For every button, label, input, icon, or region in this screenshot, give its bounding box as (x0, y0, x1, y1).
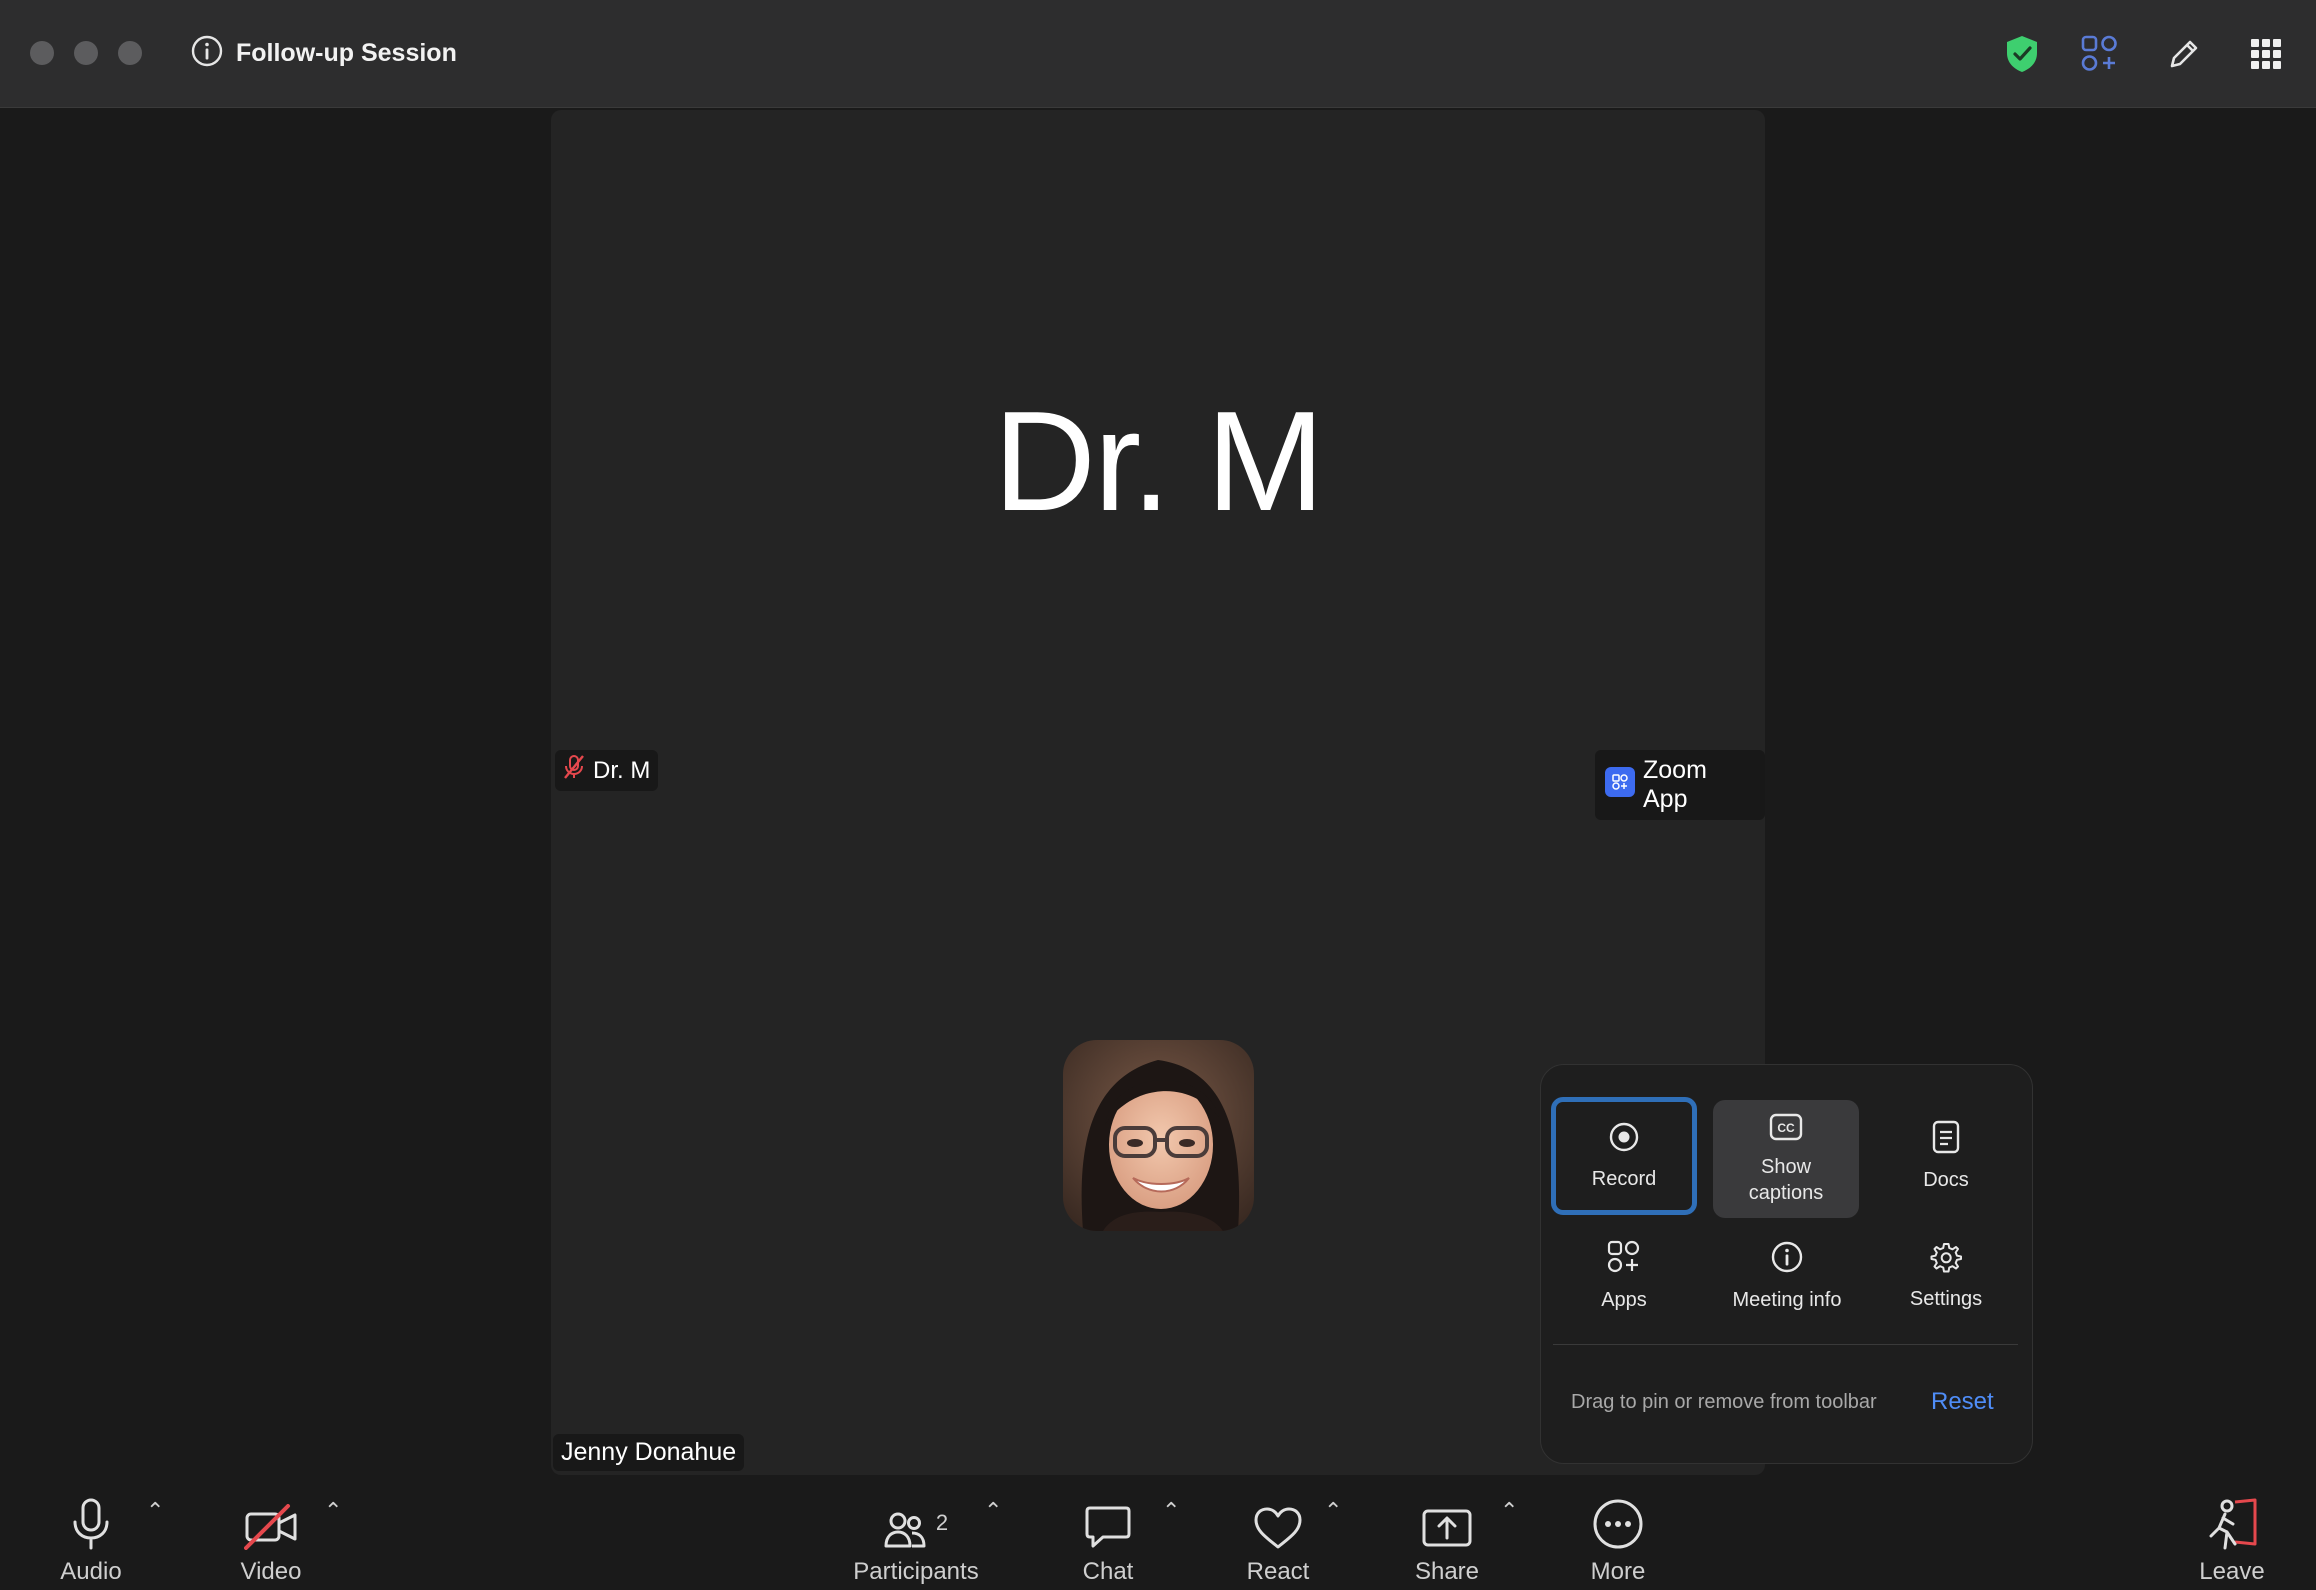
apps-icon[interactable] (2076, 30, 2124, 78)
speaker-name: Dr. M (593, 756, 651, 784)
settings-label: Settings (1909, 1287, 1983, 1310)
audio-label: Audio (60, 1558, 122, 1585)
microphone-icon (71, 1480, 111, 1550)
more-button[interactable]: More (1578, 1480, 1658, 1586)
apps-icon (1607, 1240, 1641, 1279)
chat-options-caret[interactable]: ⌃ (1162, 1498, 1180, 1524)
audio-button[interactable]: Audio (50, 1480, 132, 1586)
meeting-toolbar: Audio ⌃ Video ⌃ 2 Participants ⌃ Chat ⌃ … (0, 1480, 2316, 1590)
grid-view-icon[interactable] (2242, 30, 2290, 78)
apps-button[interactable]: Apps (1551, 1217, 1697, 1335)
info-icon[interactable] (190, 34, 224, 73)
share-options-caret[interactable]: ⌃ (1500, 1498, 1518, 1524)
more-icon (1592, 1480, 1644, 1550)
docs-button[interactable]: Docs (1873, 1097, 2019, 1215)
cc-icon: CC (1769, 1113, 1803, 1146)
share-button[interactable]: Share (1406, 1480, 1488, 1586)
record-icon (1608, 1121, 1640, 1158)
docs-label: Docs (1923, 1168, 1969, 1191)
toolbar-customize-hint: Drag to pin or remove from toolbar (1571, 1391, 1877, 1413)
meeting-title-text: Follow-up Session (236, 39, 457, 67)
share-screen-icon (1422, 1480, 1472, 1550)
window-minimize-button[interactable] (74, 41, 98, 65)
participants-label: Participants (853, 1558, 979, 1585)
speaker-name-tag: Dr. M (555, 750, 659, 791)
docs-icon (1932, 1120, 1960, 1159)
react-options-caret[interactable]: ⌃ (1324, 1498, 1342, 1524)
show-captions-button[interactable]: CC Show captions (1713, 1100, 1859, 1218)
zoom-app-label: Zoom App (1643, 756, 1707, 813)
self-name: Jenny Donahue (561, 1438, 737, 1466)
video-options-caret[interactable]: ⌃ (324, 1498, 342, 1524)
participants-icon: 2 (884, 1480, 948, 1550)
chat-icon (1085, 1480, 1131, 1550)
more-label: More (1590, 1558, 1646, 1585)
title-bar: Follow-up Session (0, 0, 2316, 108)
settings-button[interactable]: Settings (1873, 1217, 2019, 1335)
more-menu-popover: Record CC Show captions Docs Apps Meetin… (1540, 1064, 2033, 1464)
chat-button[interactable]: Chat (1068, 1480, 1148, 1586)
pencil-icon[interactable] (2160, 30, 2208, 78)
leave-button[interactable]: Leave (2192, 1480, 2272, 1586)
audio-options-caret[interactable]: ⌃ (146, 1498, 164, 1524)
heart-icon (1253, 1480, 1303, 1550)
zoom-app-icon (1605, 766, 1635, 804)
react-button[interactable]: React (1236, 1480, 1320, 1586)
meeting-title[interactable]: Follow-up Session (190, 34, 457, 73)
participants-count: 2 (935, 1510, 949, 1535)
chat-label: Chat (1082, 1558, 1134, 1585)
video-off-icon (244, 1480, 298, 1550)
gear-icon (1930, 1241, 1962, 1278)
window-zoom-button[interactable] (118, 41, 142, 65)
record-button[interactable]: Record (1551, 1097, 1697, 1215)
participants-options-caret[interactable]: ⌃ (984, 1498, 1002, 1524)
video-button[interactable]: Video (230, 1480, 312, 1586)
self-name-tag: Jenny Donahue (553, 1434, 745, 1471)
share-label: Share (1414, 1558, 1480, 1585)
meeting-info-label: Meeting info (1732, 1288, 1842, 1311)
participant-display-name: Dr. M (993, 382, 1324, 541)
info-icon (1770, 1240, 1804, 1279)
mic-muted-icon (563, 754, 585, 787)
meeting-info-button[interactable]: Meeting info (1712, 1217, 1862, 1335)
record-label: Record (1591, 1167, 1657, 1190)
popover-divider (1553, 1344, 2018, 1345)
leave-label: Leave (2199, 1558, 2265, 1585)
zoom-app-badge[interactable]: Zoom App (1595, 750, 1765, 820)
reset-toolbar-link[interactable]: Reset (1931, 1388, 1994, 1416)
participant-avatar[interactable] (1063, 1040, 1254, 1231)
video-label: Video (240, 1558, 302, 1585)
show-captions-label: Show captions (1748, 1155, 1824, 1204)
leave-icon (2205, 1480, 2259, 1550)
react-label: React (1246, 1558, 1310, 1585)
shield-icon[interactable] (1998, 30, 2046, 78)
apps-label: Apps (1601, 1288, 1647, 1311)
svg-text:CC: CC (1777, 1121, 1795, 1135)
participants-button[interactable]: 2 Participants (846, 1480, 986, 1586)
window-close-button[interactable] (30, 41, 54, 65)
